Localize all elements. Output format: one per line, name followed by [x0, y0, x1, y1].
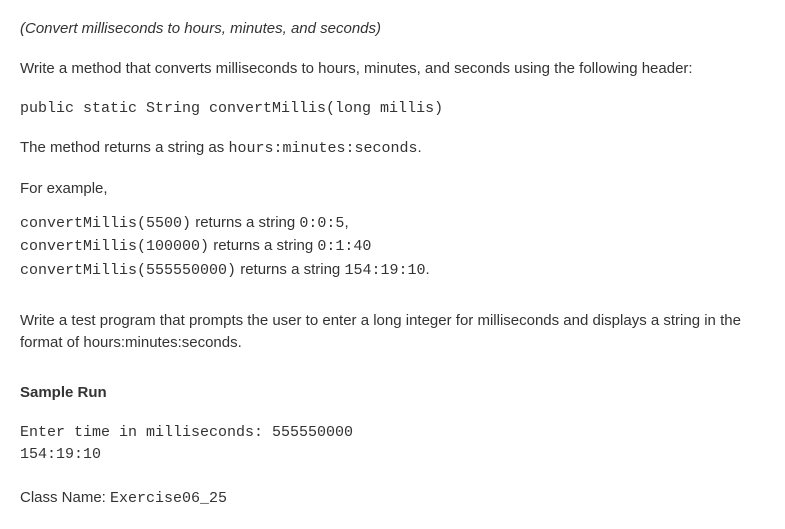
class-name-value: Exercise06_25 [110, 490, 227, 507]
example-result: 154:19:10 [344, 262, 425, 279]
examples-block: convertMillis(5500) returns a string 0:0… [20, 212, 765, 283]
example-result: 0:1:40 [317, 238, 371, 255]
sample-run-heading: Sample Run [20, 382, 765, 404]
sample-run-block: Enter time in milliseconds: 555550000 15… [20, 422, 765, 467]
test-program-paragraph: Write a test program that prompts the us… [20, 310, 765, 354]
returns-format: hours:minutes:seconds [228, 140, 417, 157]
example-call: convertMillis(555550000) [20, 262, 236, 279]
for-example-label: For example, [20, 178, 765, 200]
intro-paragraph: Write a method that converts millisecond… [20, 58, 765, 80]
exercise-title: (Convert milliseconds to hours, minutes,… [20, 18, 765, 40]
returns-suffix: . [417, 139, 421, 156]
method-signature: public static String convertMillis(long … [20, 98, 765, 120]
example-tail: , [344, 214, 348, 231]
example-call: convertMillis(5500) [20, 215, 191, 232]
returns-prefix: The method returns a string as [20, 139, 228, 156]
class-name-line: Class Name: Exercise06_25 [20, 487, 765, 510]
class-name-label: Class Name: [20, 489, 110, 506]
example-mid: returns a string [191, 214, 299, 231]
example-mid: returns a string [209, 237, 317, 254]
sample-run-line: Enter time in milliseconds: 555550000 [20, 424, 353, 441]
sample-run-line: 154:19:10 [20, 446, 101, 463]
example-result: 0:0:5 [299, 215, 344, 232]
example-line: convertMillis(100000) returns a string 0… [20, 235, 765, 259]
example-line: convertMillis(5500) returns a string 0:0… [20, 212, 765, 236]
example-mid: returns a string [236, 261, 344, 278]
returns-description: The method returns a string as hours:min… [20, 137, 765, 160]
example-call: convertMillis(100000) [20, 238, 209, 255]
example-tail: . [425, 261, 429, 278]
example-line: convertMillis(555550000) returns a strin… [20, 259, 765, 283]
